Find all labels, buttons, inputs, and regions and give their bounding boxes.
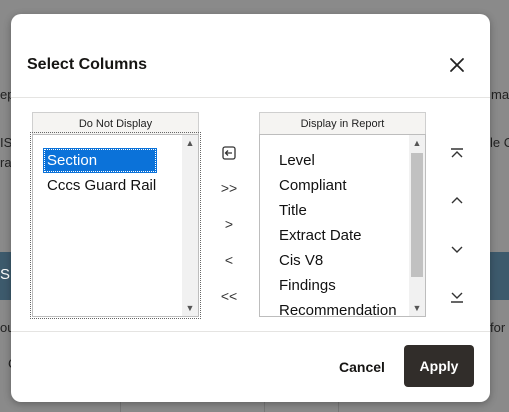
list-item-cccs-guard-rail[interactable]: Cccs Guard Rail [43,173,181,198]
bg-fragment: ma [491,87,509,102]
do-not-display-list[interactable]: Section Cccs Guard Rail ▲ ▼ [30,132,201,319]
move-all-left-button[interactable]: << [217,284,241,308]
move-left-button[interactable]: < [217,248,241,272]
footer-divider [11,331,490,332]
move-down-icon [451,246,463,253]
bg-fragment: ra [0,155,12,170]
do-not-display-header: Do Not Display [32,112,199,136]
move-right-button[interactable]: > [217,212,241,236]
move-all-left-icon: << [220,288,238,304]
list-item-recommendation[interactable]: Recommendation [275,298,410,316]
display-in-report-list[interactable]: Level Compliant Title Extract Date Cis V… [259,134,426,317]
bg-fragment: for [490,320,506,335]
scroll-up-icon[interactable]: ▲ [182,135,198,151]
list-item-level[interactable]: Level [275,148,410,173]
move-down-button[interactable] [445,237,469,261]
reset-button[interactable] [217,141,241,165]
list-item-findings[interactable]: Findings [275,273,410,298]
dialog-title: Select Columns [27,56,148,73]
display-in-report-header: Display in Report [259,112,426,136]
apply-button[interactable]: Apply [404,345,474,387]
scrollbar[interactable]: ▲ ▼ [182,135,198,316]
move-left-icon: < [224,252,234,268]
reset-icon [222,146,236,160]
close-button[interactable] [444,52,470,78]
move-up-button[interactable] [445,189,469,213]
scrollbar[interactable]: ▲ ▼ [409,135,425,316]
move-all-right-icon: >> [220,180,238,196]
close-icon [450,58,464,72]
select-columns-dialog: Select Columns Do Not Display Section Cc… [11,14,490,402]
list-item-extract-date[interactable]: Extract Date [275,223,410,248]
header-divider [11,97,490,98]
scroll-thumb[interactable] [411,153,423,277]
list-item-compliant[interactable]: Compliant [275,173,410,198]
cancel-button[interactable]: Cancel [331,346,393,388]
list-item-cis-v8[interactable]: Cis V8 [275,248,410,273]
move-top-icon [451,148,463,158]
list-item-section[interactable]: Section [43,148,157,173]
move-top-button[interactable] [445,142,469,166]
move-right-icon: > [224,216,234,232]
move-bottom-icon [451,292,463,303]
scroll-down-icon[interactable]: ▼ [409,300,425,316]
bg-fragment: S [0,266,11,283]
scroll-up-icon[interactable]: ▲ [409,135,425,151]
move-up-icon [451,197,463,204]
move-bottom-button[interactable] [445,285,469,309]
scroll-down-icon[interactable]: ▼ [182,300,198,316]
bg-fragment: le C [490,135,509,150]
move-all-right-button[interactable]: >> [217,176,241,200]
list-item-title[interactable]: Title [275,198,410,223]
